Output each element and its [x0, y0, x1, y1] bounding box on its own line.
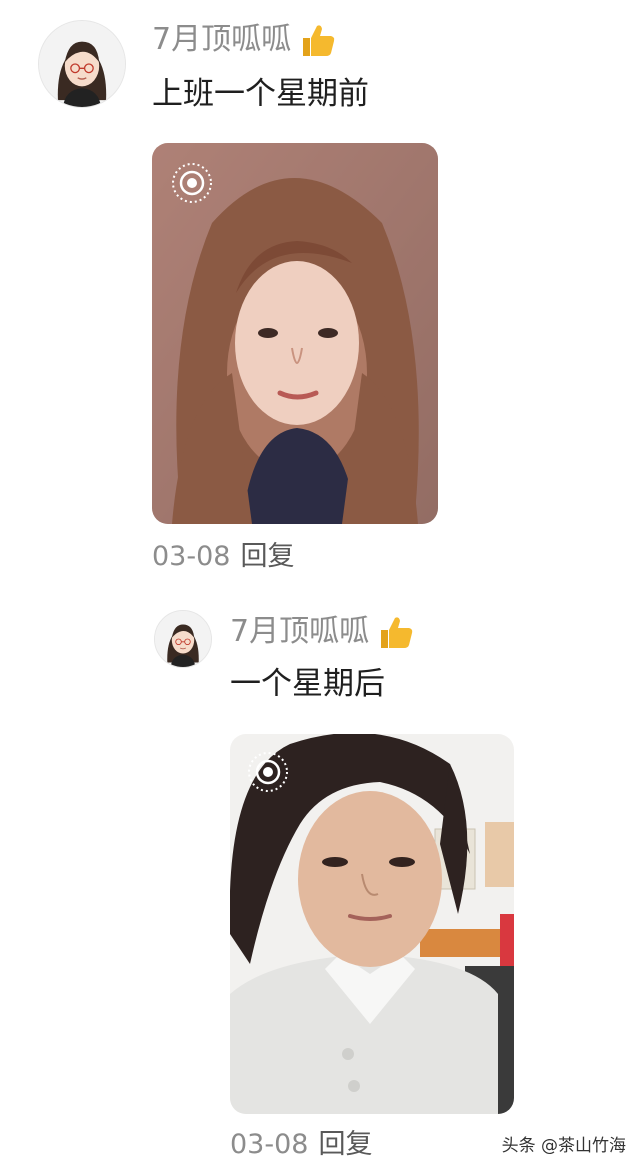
comment-meta: 03-08 回复 — [230, 1128, 372, 1162]
comment-thread: 7月顶呱呱 上班一个星期前 03-08 回复 7月顶呱呱 一个星期后 03-08… — [0, 0, 640, 1172]
thumbs-up-icon — [297, 20, 337, 60]
reply-button[interactable]: 回复 — [318, 1129, 372, 1160]
user-avatar[interactable] — [154, 610, 212, 668]
comment-date: 03-08 — [152, 541, 231, 572]
thumbs-up-icon — [375, 612, 415, 652]
avatar-illustration — [155, 611, 211, 667]
avatar-illustration — [39, 21, 125, 107]
watermark: 头条 @茶山竹海 — [501, 1136, 626, 1156]
username[interactable]: 7月顶呱呱 — [230, 612, 415, 652]
comment-photo[interactable] — [230, 734, 514, 1114]
comment-text: 上班一个星期前 — [152, 76, 369, 112]
live-photo-icon[interactable] — [246, 750, 290, 794]
live-photo-icon[interactable] — [170, 161, 214, 205]
comment-text: 一个星期后 — [230, 666, 385, 702]
comment-photo[interactable] — [152, 143, 438, 524]
username-label: 7月顶呱呱 — [152, 22, 292, 57]
username-label: 7月顶呱呱 — [230, 614, 370, 649]
comment-meta: 03-08 回复 — [152, 540, 294, 574]
comment-date: 03-08 — [230, 1129, 309, 1160]
reply-button[interactable]: 回复 — [240, 541, 294, 572]
username[interactable]: 7月顶呱呱 — [152, 20, 337, 60]
user-avatar[interactable] — [38, 20, 126, 108]
